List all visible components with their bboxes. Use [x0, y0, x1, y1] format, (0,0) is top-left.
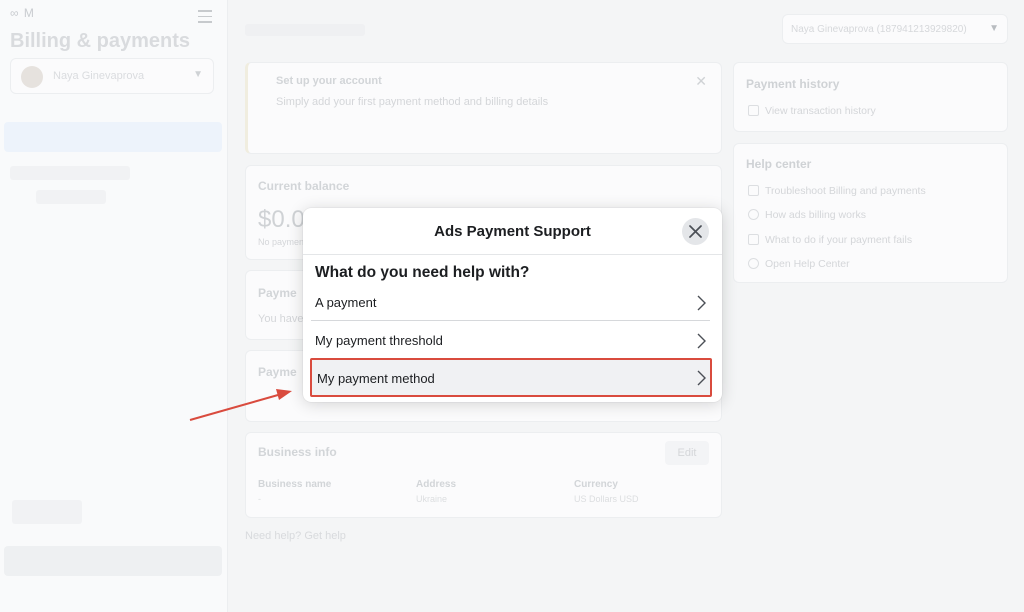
balance-amount: $0.0 [258, 206, 305, 233]
field-label: Currency [574, 479, 618, 490]
dialog-header: Ads Payment Support [303, 208, 722, 255]
account-name: Naya Ginevaprova [53, 70, 145, 82]
payments-text: You have [258, 313, 304, 325]
close-icon [689, 225, 702, 238]
setup-account-card: Set up your account Simply add your firs… [245, 62, 722, 154]
avatar [21, 66, 43, 88]
business-name-field: Business name - [258, 479, 331, 504]
help-item-payment-fails[interactable]: What to do if your payment fails [748, 234, 912, 246]
wrench-icon [748, 185, 759, 196]
close-icon[interactable]: ✕ [695, 73, 707, 90]
address-field: Address Ukraine [416, 479, 456, 504]
field-label: Address [416, 479, 457, 490]
menu-icon[interactable] [198, 10, 212, 27]
setup-text: Simply add your first payment method and… [276, 96, 549, 108]
receipt-icon [748, 105, 759, 116]
sidebar-item-active[interactable] [4, 122, 222, 152]
option-payment-method[interactable]: My payment method [310, 358, 712, 397]
payment-history-card: Payment history View transaction history [733, 62, 1008, 132]
payments-title: Payme [258, 286, 297, 300]
card-icon [748, 234, 759, 245]
chevron-right-icon [697, 333, 706, 349]
field-label: Business name [258, 479, 332, 490]
link-label: View transaction history [765, 105, 876, 117]
help-center-title: Help center [746, 157, 812, 171]
option-label: A payment [315, 295, 377, 310]
sidebar-item[interactable] [10, 166, 130, 180]
account-selector[interactable]: Naya Ginevaprova ▼ [10, 58, 214, 94]
globe-icon [748, 209, 759, 220]
sidebar-item[interactable] [36, 190, 106, 204]
chevron-right-icon [697, 295, 706, 311]
sidebar-title: Billing & payments [10, 30, 191, 52]
option-a-payment[interactable]: A payment [311, 285, 710, 321]
payment-history-title: Payment history [746, 77, 840, 91]
view-transaction-history-link[interactable]: View transaction history [748, 105, 876, 117]
close-button[interactable] [682, 218, 709, 245]
option-label: My payment threshold [315, 333, 443, 348]
account-dropdown[interactable]: Naya Ginevaprova (187941213929820) ▼ [782, 14, 1008, 44]
field-value: - [258, 494, 261, 504]
option-label: My payment method [317, 371, 435, 386]
sidebar-item[interactable] [12, 500, 82, 524]
option-payment-threshold[interactable]: My payment threshold [311, 323, 710, 359]
edit-button[interactable]: Edit [665, 441, 709, 465]
field-value: US Dollars USD [574, 494, 639, 504]
help-item-troubleshoot[interactable]: Troubleshoot Billing and payments [748, 185, 926, 197]
chevron-down-icon: ▼ [989, 23, 999, 34]
business-info-card: Business info Edit Business name - Addre… [245, 432, 722, 518]
sidebar: ∞ M Billing & payments Naya Ginevaprova … [0, 0, 228, 612]
help-item-label: Open Help Center [765, 258, 850, 270]
balance-note: No payment [258, 237, 307, 247]
meta-logo: ∞ M [10, 6, 35, 20]
business-info-title: Business info [258, 445, 337, 459]
payment-methods-title: Payme [258, 365, 297, 379]
help-item-label: How ads billing works [765, 209, 866, 221]
help-item-open-help-center[interactable]: Open Help Center [748, 258, 850, 270]
help-item-label: Troubleshoot Billing and payments [765, 185, 926, 197]
chevron-down-icon: ▼ [193, 69, 203, 80]
account-dropdown-label: Naya Ginevaprova (187941213929820) [791, 24, 967, 35]
dialog-question: What do you need help with? [315, 264, 530, 281]
help-center-card: Help center Troubleshoot Billing and pay… [733, 143, 1008, 283]
question-icon [748, 258, 759, 269]
get-help-link[interactable]: Need help? Get help [245, 530, 346, 542]
currency-field: Currency US Dollars USD [574, 479, 639, 504]
ads-payment-support-dialog: Ads Payment Support What do you need hel… [303, 208, 722, 402]
sidebar-footer [4, 546, 222, 576]
setup-title: Set up your account [276, 75, 382, 87]
chevron-right-icon [697, 370, 706, 386]
balance-title: Current balance [258, 179, 350, 193]
help-item-label: What to do if your payment fails [765, 234, 913, 246]
page-heading-placeholder [245, 24, 365, 36]
dialog-title: Ads Payment Support [434, 223, 591, 240]
field-value: Ukraine [416, 494, 448, 504]
help-item-how-billing-works[interactable]: How ads billing works [748, 209, 866, 221]
